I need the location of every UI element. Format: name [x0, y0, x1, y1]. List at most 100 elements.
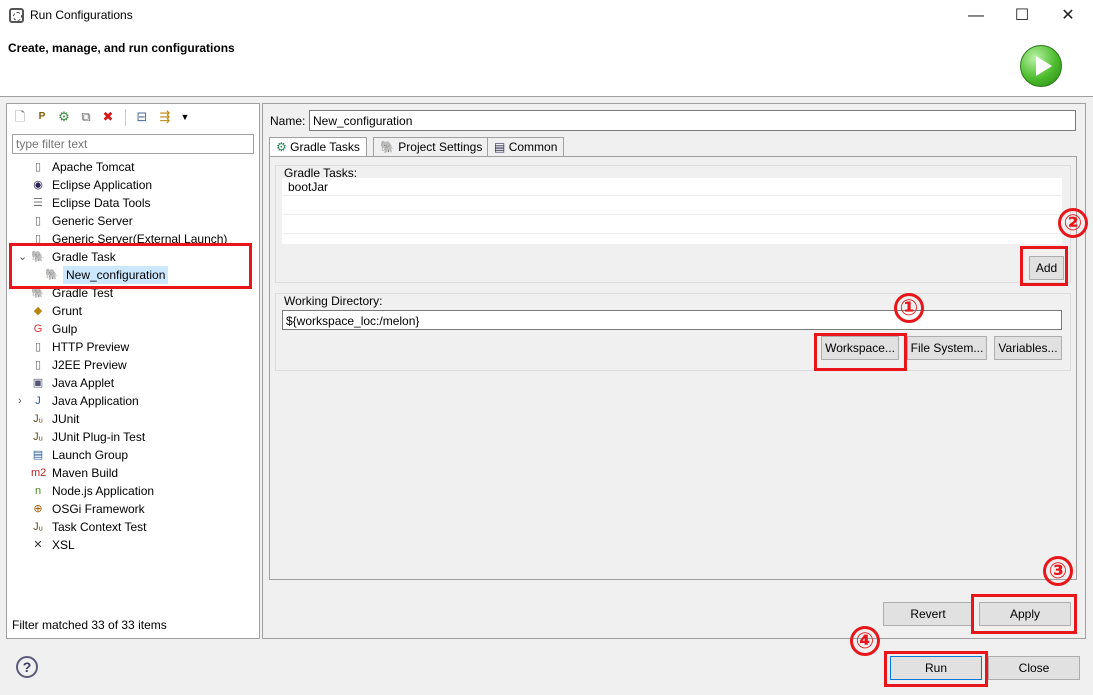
- tree-item[interactable]: ▯ Apache Tomcat: [7, 158, 259, 176]
- toolbar-divider: [125, 109, 126, 126]
- tree-item[interactable]: ▯ Generic Server: [7, 212, 259, 230]
- tree-item-label: Node.js Application: [52, 484, 155, 498]
- annotation-4: ④: [850, 626, 880, 656]
- junit-icon: Jᵤ: [33, 521, 43, 533]
- java-app-icon: J: [35, 395, 41, 407]
- close-window-button[interactable]: ✕: [1045, 0, 1091, 31]
- tree-item[interactable]: ◉ Eclipse Application: [7, 176, 259, 194]
- tree-item-label: JUnit: [52, 412, 80, 426]
- tree-item-label: XSL: [52, 538, 75, 552]
- tab-label: Gradle Tasks: [290, 140, 360, 154]
- server-icon: ▯: [34, 359, 42, 371]
- name-field[interactable]: New_configuration: [309, 110, 1076, 131]
- configuration-editor: Name: New_configuration ⚙ Gradle Tasks 🐘…: [262, 103, 1086, 639]
- close-button[interactable]: Close: [988, 656, 1080, 680]
- tree-item[interactable]: ▯ J2EE Preview: [7, 356, 259, 374]
- tree-item-label: Apache Tomcat: [52, 160, 135, 174]
- junit-icon: Jᵤ: [33, 431, 43, 443]
- tree-item[interactable]: ⊕ OSGi Framework: [7, 500, 259, 518]
- delete-icon[interactable]: ✖: [100, 109, 116, 125]
- highlight-add: [1020, 246, 1068, 286]
- run-banner-icon: [1020, 45, 1062, 87]
- tree-item[interactable]: ✕ XSL: [7, 536, 259, 554]
- tree-item[interactable]: Jᵤ Task Context Test: [7, 518, 259, 536]
- tree-item-label: Java Application: [52, 394, 139, 408]
- tree-item[interactable]: n Node.js Application: [7, 482, 259, 500]
- tree-item-label: J2EE Preview: [52, 358, 127, 372]
- highlight-gradle-task: [9, 243, 252, 289]
- launch-group-icon: ▤: [32, 449, 44, 461]
- gradle-tasks-group: Gradle Tasks: bootJar Add: [275, 165, 1071, 283]
- filter-input[interactable]: [12, 134, 254, 154]
- tree-item[interactable]: ▣ Java Applet: [7, 374, 259, 392]
- working-dir-label: Working Directory:: [284, 294, 383, 308]
- tree-item-label: OSGi Framework: [52, 502, 145, 516]
- variables-button[interactable]: Variables...: [994, 336, 1062, 360]
- server-icon: ▯: [34, 341, 42, 353]
- duplicate-icon[interactable]: ⧉: [78, 109, 94, 125]
- new-config-icon[interactable]: 🗋: [12, 109, 28, 125]
- list-item-empty[interactable]: [282, 216, 1062, 234]
- list-item-empty[interactable]: [282, 197, 1062, 215]
- tab-label: Project Settings: [398, 140, 483, 154]
- tree-item-label: Java Applet: [52, 376, 115, 390]
- applet-icon: ▣: [32, 377, 44, 389]
- file-system-button[interactable]: File System...: [907, 336, 987, 360]
- tab-project-settings[interactable]: 🐘 Project Settings: [373, 137, 490, 157]
- export-icon[interactable]: ⚙: [56, 109, 72, 125]
- name-label: Name:: [270, 114, 306, 128]
- tab-gradle-tasks[interactable]: ⚙ Gradle Tasks: [269, 137, 367, 157]
- help-icon[interactable]: ?: [16, 656, 38, 678]
- annotation-1: ①: [894, 293, 924, 323]
- gear-icon: ⚙: [276, 140, 287, 154]
- tomcat-icon: ▯: [34, 161, 42, 173]
- tree-item[interactable]: ☰ Eclipse Data Tools: [7, 194, 259, 212]
- tree-item-label: Eclipse Data Tools: [52, 196, 151, 210]
- highlight-workspace: [814, 333, 907, 371]
- chevron-right-icon[interactable]: ›: [18, 392, 28, 410]
- minimize-button[interactable]: —: [953, 0, 999, 31]
- working-directory-group: Working Directory: ${workspace_loc:/melo…: [275, 293, 1071, 371]
- working-dir-field[interactable]: ${workspace_loc:/melon}: [282, 310, 1062, 330]
- gradle-icon: 🐘: [380, 140, 395, 154]
- grunt-icon: ◆: [33, 305, 43, 317]
- tree-item-label: Maven Build: [52, 466, 119, 480]
- tree-item-label: Launch Group: [52, 448, 129, 462]
- highlight-run: [884, 651, 988, 687]
- osgi-icon: ⊕: [33, 503, 43, 515]
- filter-status: Filter matched 33 of 33 items: [12, 618, 167, 632]
- database-icon: ☰: [33, 197, 43, 209]
- tree-item-label: Generic Server: [52, 214, 133, 228]
- list-item[interactable]: bootJar: [282, 178, 1062, 196]
- new-prototype-icon[interactable]: P: [34, 109, 50, 125]
- annotation-3: ③: [1043, 556, 1073, 586]
- app-icon: [9, 8, 24, 23]
- server-icon: ▯: [34, 215, 42, 227]
- tree-item-label: Gulp: [52, 322, 78, 336]
- chevron-down-icon[interactable]: ▼: [177, 109, 193, 125]
- revert-button[interactable]: Revert: [883, 602, 973, 626]
- tab-content: Gradle Tasks: bootJar Add Working Direct…: [269, 156, 1077, 580]
- collapse-all-icon[interactable]: ⊟: [134, 109, 150, 125]
- tree-item-label: Eclipse Application: [52, 178, 153, 192]
- highlight-apply: [971, 594, 1077, 634]
- tree-item[interactable]: Jᵤ JUnit Plug-in Test: [7, 428, 259, 446]
- dialog-header: Create, manage, and run configurations: [0, 31, 1093, 97]
- tab-label: Common: [508, 140, 558, 154]
- tree-item[interactable]: ▤ Launch Group: [7, 446, 259, 464]
- tree-item-label: HTTP Preview: [52, 340, 130, 354]
- tree-item[interactable]: G Gulp: [7, 320, 259, 338]
- maximize-button[interactable]: ☐: [999, 0, 1045, 31]
- gradle-tasks-list[interactable]: bootJar: [282, 178, 1062, 244]
- nodejs-icon: n: [34, 485, 42, 497]
- tree-item[interactable]: ◆ Grunt: [7, 302, 259, 320]
- tree-item[interactable]: › J Java Application: [7, 392, 259, 410]
- tree-item[interactable]: ▯ HTTP Preview: [7, 338, 259, 356]
- tree-item[interactable]: m2 Maven Build: [7, 464, 259, 482]
- xsl-icon: ✕: [33, 539, 43, 551]
- tab-common[interactable]: ▤ Common: [487, 137, 565, 157]
- tree-item[interactable]: Jᵤ JUnit: [7, 410, 259, 428]
- tree-item-label: Grunt: [52, 304, 83, 318]
- filter-icon[interactable]: ⇶: [157, 109, 173, 125]
- annotation-2: ②: [1058, 208, 1088, 238]
